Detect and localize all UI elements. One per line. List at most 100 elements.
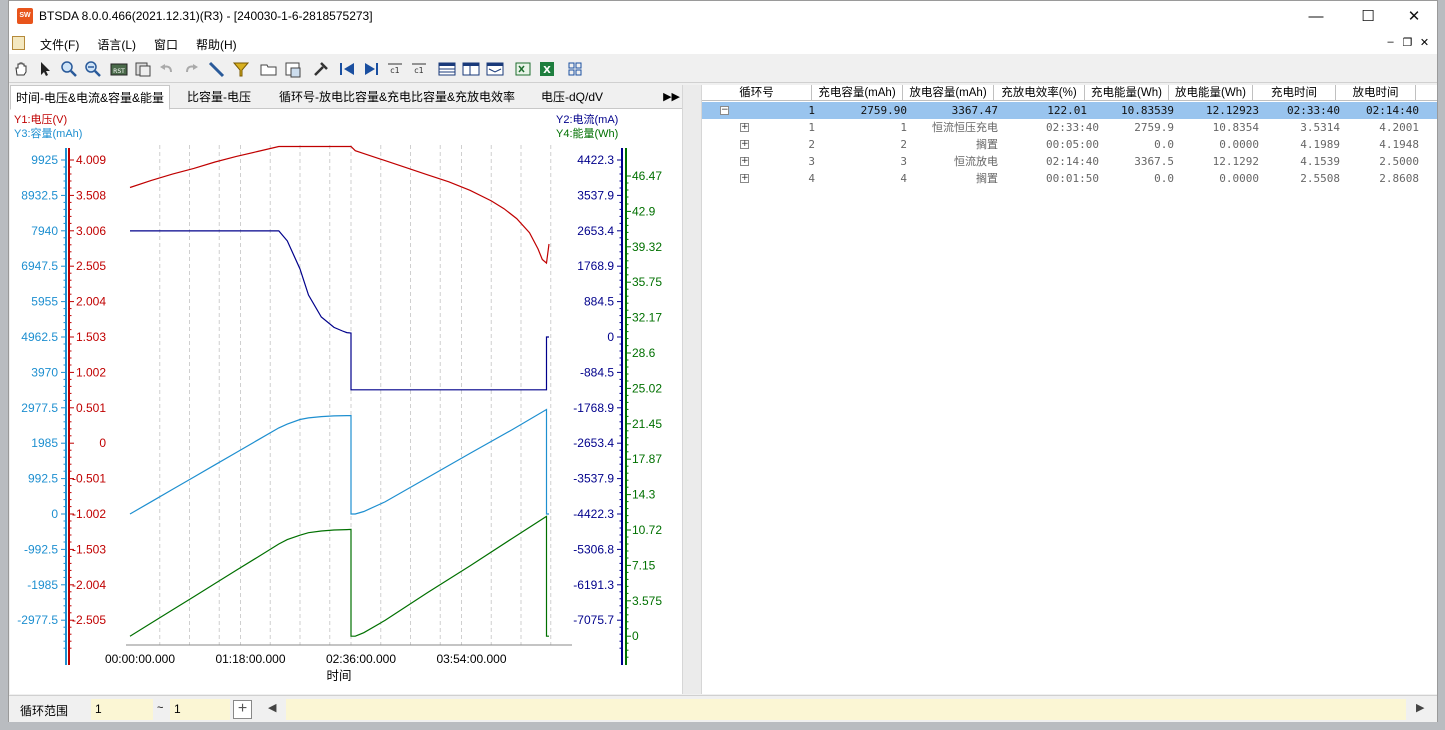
header-discharge-capacity[interactable]: 放电容量(mAh) <box>903 85 994 101</box>
title-bar: SW BTSDA 8.0.0.466(2021.12.31)(R3) - [24… <box>9 1 1437 32</box>
expand-icon[interactable]: + <box>740 174 749 183</box>
settings-icon[interactable] <box>311 59 331 79</box>
y1-tick-label: 2.004 <box>76 295 106 309</box>
tab-cycle-efficiency[interactable]: 循环号-放电比容量&充电比容量&充放电效率 <box>274 85 520 109</box>
y2-tick-label: 1768.9 <box>577 259 614 273</box>
menu-file[interactable]: 文件(F) <box>31 35 88 54</box>
expand-icon[interactable]: + <box>740 123 749 132</box>
cell-mode: 搁置 <box>976 138 998 151</box>
measure-icon[interactable] <box>207 59 227 79</box>
table-icon-3[interactable] <box>485 59 505 79</box>
excel-icon-2[interactable]: X <box>537 59 557 79</box>
cell-mode: 搁置 <box>976 172 998 185</box>
header-charge-energy[interactable]: 充电能量(Wh) <box>1085 85 1169 101</box>
table-row[interactable]: +2 2 搁置 00:05:00 0.0 0.0000 4.1989 4.1948 <box>702 136 1437 153</box>
cycle-from-input[interactable]: 1 <box>91 699 153 720</box>
copy-icon[interactable] <box>133 59 153 79</box>
cell-v2: 2.8608 <box>1379 172 1419 185</box>
close-button[interactable]: ✕ <box>1391 1 1437 32</box>
cell-efficiency: 122.01 <box>1047 104 1087 117</box>
header-charge-time[interactable]: 充电时间 <box>1253 85 1336 101</box>
y2-tick-label: -5306.8 <box>573 542 614 556</box>
excel-icon[interactable] <box>513 59 533 79</box>
cell-charge-capacity: 2759.90 <box>860 104 907 117</box>
y4-tick-label: 35.75 <box>632 275 662 289</box>
y2-tick-label: -4422.3 <box>573 507 614 521</box>
y4-legend: Y4:能量(Wh) <box>556 126 618 140</box>
header-discharge-energy[interactable]: 放电能量(Wh) <box>1169 85 1253 101</box>
menu-language[interactable]: 语言(L) <box>88 35 145 54</box>
redo-icon[interactable] <box>181 59 201 79</box>
mdi-minimize-button[interactable]: – <box>1382 36 1399 49</box>
series-line-y1 <box>129 145 550 265</box>
y4-tick-label: 46.47 <box>632 169 662 183</box>
y2-legend: Y2:电流(mA) <box>556 112 618 126</box>
zoom-in-icon[interactable] <box>59 59 79 79</box>
cycle-to-input[interactable]: 1 <box>170 699 230 720</box>
cell-v1: 2.5508 <box>1300 172 1340 185</box>
table-row[interactable]: +4 4 搁置 00:01:50 0.0 0.0000 2.5508 2.8608 <box>702 170 1437 187</box>
range-track[interactable] <box>286 699 1406 720</box>
cell-a: 1 <box>808 121 815 134</box>
header-discharge-time[interactable]: 放电时间 <box>1336 85 1416 101</box>
menu-window[interactable]: 窗口 <box>145 35 187 54</box>
tab-specific-capacity[interactable]: 比容量-电压 <box>182 85 256 109</box>
cycle-prev-icon[interactable]: c1 <box>385 59 405 79</box>
y1-tick-label: -2.505 <box>72 613 106 627</box>
y1-tick-label: 1.503 <box>76 330 106 344</box>
grid-icon[interactable] <box>565 59 585 79</box>
mdi-restore-button[interactable]: ❐ <box>1399 36 1416 49</box>
cell-time: 02:33:40 <box>1046 121 1099 134</box>
undo-icon[interactable] <box>157 59 177 79</box>
y1-tick-label: 1.002 <box>76 365 106 379</box>
add-range-button[interactable]: + <box>233 700 252 719</box>
series-line-y3 <box>129 408 549 515</box>
reset-icon[interactable]: RST <box>109 59 129 79</box>
tab-dqdv[interactable]: 电压-dQ/dV <box>536 85 608 109</box>
save-icon[interactable] <box>283 59 303 79</box>
y1-tick-label: 3.006 <box>76 224 106 238</box>
tab-scroll-right-icon[interactable]: ▶▶ <box>663 85 680 109</box>
cell-v2: 4.2001 <box>1379 121 1419 134</box>
header-efficiency[interactable]: 充放电效率(%) <box>994 85 1085 101</box>
expand-icon[interactable]: + <box>740 157 749 166</box>
tab-time-voltage[interactable]: 时间-电压&电流&容量&能量 <box>10 85 171 110</box>
table-row[interactable]: − 1 2759.90 3367.47 122.01 10.83539 12.1… <box>702 102 1437 119</box>
prev-icon[interactable] <box>337 59 357 79</box>
maximize-button[interactable]: ☐ <box>1345 1 1391 32</box>
svg-text:c1: c1 <box>390 66 400 75</box>
table-icon-2[interactable] <box>461 59 481 79</box>
expand-icon[interactable]: + <box>740 140 749 149</box>
y4-tick-label: 3.575 <box>632 594 662 608</box>
zoom-out-icon[interactable] <box>83 59 103 79</box>
svg-text:X: X <box>543 65 551 76</box>
multi-axis-line-chart[interactable]: 9925 8932.5 7940 6947.5 5955 4962.5 3970 2977.5… <box>10 110 682 694</box>
header-charge-capacity[interactable]: 充电容量(mAh) <box>812 85 903 101</box>
pointer-icon[interactable] <box>35 59 55 79</box>
filter-icon[interactable] <box>231 59 251 79</box>
cycle-next-icon[interactable]: c1 <box>409 59 429 79</box>
scroll-right-icon[interactable]: ▶ <box>1416 701 1424 714</box>
cell-discharge-energy: 12.12923 <box>1206 104 1259 117</box>
cell-cap: 3367.5 <box>1134 155 1174 168</box>
menu-help[interactable]: 帮助(H) <box>187 35 246 54</box>
header-cycle[interactable]: 循环号 <box>702 85 812 101</box>
cell-mode: 恒流恒压充电 <box>932 121 998 134</box>
cell-a: 3 <box>808 155 815 168</box>
open-icon[interactable] <box>259 59 279 79</box>
scroll-left-icon[interactable]: ◀ <box>268 701 276 714</box>
collapse-icon[interactable]: − <box>720 106 729 115</box>
minimize-button[interactable]: — <box>1293 1 1339 32</box>
pane-splitter[interactable] <box>682 85 702 694</box>
table-row[interactable]: +3 3 恒流放电 02:14:40 3367.5 12.1292 4.1539 2.5000 <box>702 153 1437 170</box>
y2-tick-label: 3537.9 <box>577 188 614 202</box>
cell-discharge-capacity: 3367.47 <box>951 104 998 117</box>
y3-tick-label: -992.5 <box>24 542 58 556</box>
y4-tick-label: 7.15 <box>632 558 656 572</box>
series-line-y2 <box>130 230 549 391</box>
table-icon[interactable] <box>437 59 457 79</box>
mdi-close-button[interactable]: ✕ <box>1416 36 1433 49</box>
hand-icon[interactable] <box>11 59 31 79</box>
table-row[interactable]: +1 1 恒流恒压充电 02:33:40 2759.9 10.8354 3.5314 4.20… <box>702 119 1437 136</box>
next-icon[interactable] <box>361 59 381 79</box>
